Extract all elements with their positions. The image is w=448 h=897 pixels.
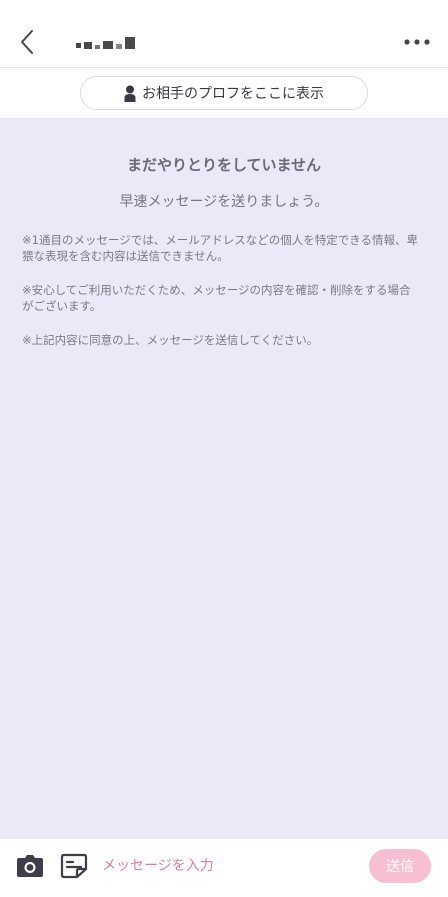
- empty-state-title: まだやりとりをしていません: [126, 156, 322, 174]
- top-bar: [0, 0, 448, 68]
- message-input[interactable]: [102, 851, 352, 881]
- person-icon: [124, 85, 136, 102]
- more-options-button[interactable]: [402, 30, 432, 54]
- redaction-pixel: [76, 42, 81, 48]
- back-button[interactable]: [12, 24, 42, 60]
- redaction-pixel: [103, 40, 113, 49]
- notice-item: ※上記内容に同意の上、メッセージを送信してください。: [22, 333, 319, 347]
- notice-list: ※1通目のメッセージでは、メールアドレスなどの個人を特定できる情報、卑猥な表現を…: [22, 232, 422, 366]
- partner-name-redacted[interactable]: [76, 33, 138, 51]
- sticker-button[interactable]: [60, 853, 88, 879]
- notice-item: ※1通目のメッセージでは、メールアドレスなどの個人を特定できる情報、卑猥な表現を…: [22, 233, 418, 263]
- redaction-pixel: [95, 44, 100, 49]
- camera-button[interactable]: [16, 854, 44, 878]
- profile-bar: お相手のプロフをここに表示: [0, 68, 448, 118]
- redaction-pixel: [125, 37, 135, 49]
- redaction-pixel: [116, 43, 122, 49]
- show-partner-profile-button[interactable]: お相手のプロフをここに表示: [80, 76, 368, 110]
- redaction-pixel: [84, 41, 92, 49]
- send-button[interactable]: 送信: [369, 849, 431, 883]
- message-composer: 送信: [0, 838, 448, 897]
- camera-icon: [17, 855, 43, 877]
- more-horizontal-icon: [404, 39, 430, 45]
- profile-button-label: お相手のプロフをここに表示: [142, 86, 324, 102]
- sticker-icon: [60, 853, 88, 879]
- notice-item: ※安心してご利用いただくため、メッセージの内容を確認・削除をする場合がございます…: [22, 283, 411, 313]
- empty-state-subtitle: 早速メッセージを送りましょう。: [119, 194, 329, 210]
- chat-area: まだやりとりをしていません 早速メッセージを送りましょう。 ※1通目のメッセージ…: [0, 118, 448, 838]
- chevron-left-icon: [21, 30, 33, 54]
